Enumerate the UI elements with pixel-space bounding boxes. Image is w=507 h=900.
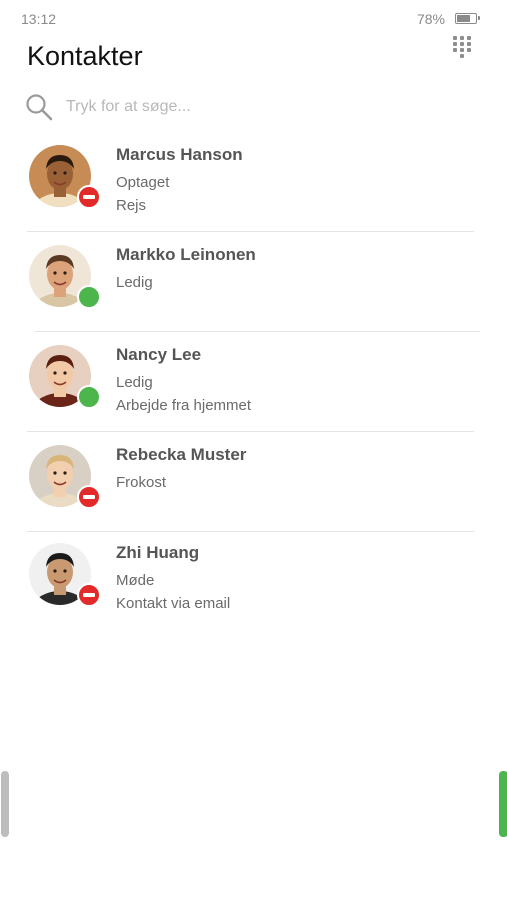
status-bar: 13:12 78% <box>0 0 507 36</box>
left-edge-handle[interactable] <box>1 771 9 837</box>
contact-status: Ledig <box>116 274 153 291</box>
busy-status-icon <box>77 583 101 607</box>
contact-status: Frokost <box>116 474 167 491</box>
search-icon <box>26 94 53 121</box>
battery-level <box>457 15 470 22</box>
contact-name: Nancy Lee <box>116 345 202 364</box>
contact-item[interactable]: Zhi Huang Møde Kontakt via email <box>0 530 507 630</box>
contact-status: Optaget <box>116 174 170 191</box>
dialpad-icon <box>453 36 471 58</box>
battery-percent: 78% <box>416 11 445 27</box>
contact-status: Møde <box>116 572 155 589</box>
battery-icon <box>455 13 480 24</box>
contact-note: Rejs <box>116 197 147 214</box>
contact-name: Markko Leinonen <box>116 245 256 264</box>
busy-status-icon <box>77 185 101 209</box>
busy-status-icon <box>77 485 101 509</box>
contact-item[interactable]: Markko Leinonen Ledig <box>0 232 507 332</box>
available-status-icon <box>77 385 101 409</box>
contact-name: Marcus Hanson <box>116 145 243 164</box>
available-status-icon <box>77 285 101 309</box>
contact-name: Zhi Huang <box>116 543 200 562</box>
status-time: 13:12 <box>21 11 57 27</box>
right-edge-handle[interactable] <box>499 771 507 837</box>
search-input[interactable] <box>66 94 446 120</box>
contact-name: Rebecka Muster <box>116 445 247 464</box>
contact-item[interactable]: Marcus Hanson Optaget Rejs <box>0 132 507 232</box>
contact-item[interactable]: Nancy Lee Ledig Arbejde fra hjemmet <box>0 332 507 432</box>
dialpad-button[interactable] <box>451 34 473 62</box>
search-bar[interactable] <box>24 92 474 122</box>
contact-item[interactable]: Rebecka Muster Frokost <box>0 432 507 532</box>
contact-note: Kontakt via email <box>116 595 231 612</box>
contact-status: Ledig <box>116 374 153 391</box>
page-title: Kontakter <box>27 41 143 71</box>
contact-note: Arbejde fra hjemmet <box>116 397 252 414</box>
